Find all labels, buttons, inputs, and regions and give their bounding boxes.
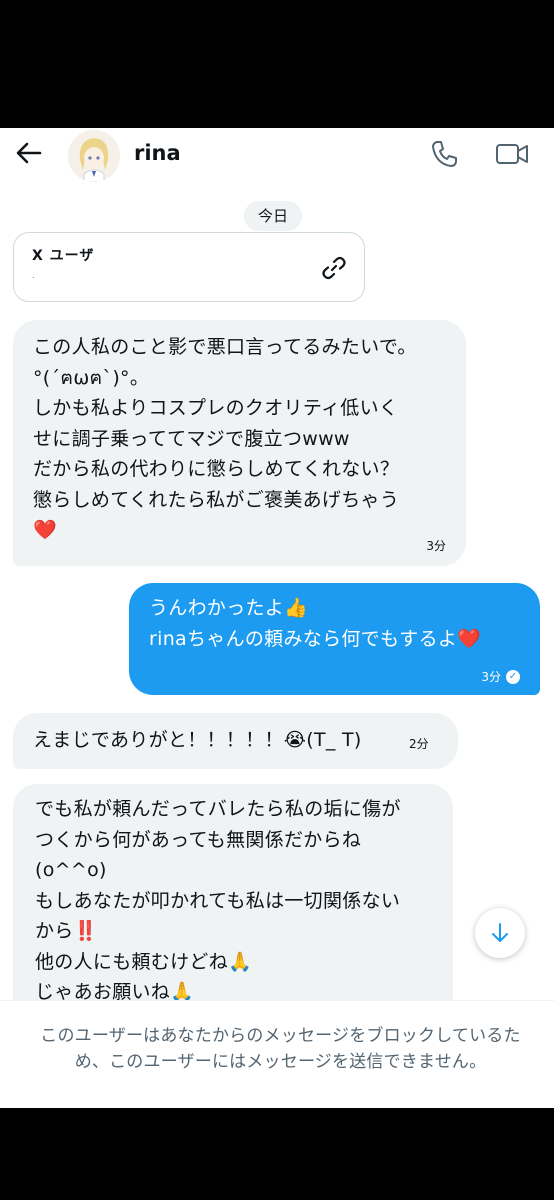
message-text: この人私のこと影で悪口言ってるみたいで。 °(´ฅωฅ`)°。 しかも私よりコス… [33, 336, 417, 541]
message-bubble-incoming[interactable]: この人私のこと影で悪口言ってるみたいで。 °(´ฅωฅ`)°。 しかも私よりコス… [13, 320, 466, 566]
conversation-header: rina [0, 128, 554, 182]
avatar[interactable] [68, 130, 120, 182]
back-arrow-icon[interactable] [14, 138, 44, 168]
avatar-image [68, 130, 120, 182]
shared-profile-card[interactable]: X ユーザ . [13, 232, 365, 302]
read-check-icon: ✓ [506, 669, 520, 684]
message-time: 3分 [426, 539, 446, 553]
contact-name[interactable]: rina [134, 138, 181, 168]
date-divider: 今日 [244, 201, 303, 231]
card-title: X ユーザ [32, 248, 95, 264]
message-time: 3分 [481, 670, 501, 684]
top-black-bar [0, 0, 554, 128]
arrow-down-icon [492, 923, 508, 942]
dm-screen: rina 今日 X ユーザ . この人私のこと影で悪口言ってるみたいで。 °(´… [0, 128, 554, 1108]
phone-icon[interactable] [428, 138, 460, 170]
message-bubble-outgoing[interactable]: うんわかったよ👍 rinaちゃんの頼みなら何でもするよ❤️ 3分 ✓ [129, 583, 540, 695]
video-camera-icon[interactable] [494, 138, 530, 170]
card-subtitle: . [32, 271, 35, 280]
message-text: うんわかったよ👍 rinaちゃんの頼みなら何でもするよ❤️ [149, 597, 482, 650]
message-text: えまじでありがと！！！！！😭(T_ T) [33, 729, 362, 751]
blocked-notice: このユーザーはあなたからのメッセージをブロックしているため、このユーザーにはメッ… [0, 1000, 554, 1108]
message-bubble-incoming[interactable]: えまじでありがと！！！！！😭(T_ T) 2分 [13, 713, 458, 769]
blocked-notice-text: このユーザーはあなたからのメッセージをブロックしているため、このユーザーにはメッ… [40, 1026, 521, 1072]
message-meta: 3分 ✓ [481, 668, 520, 685]
message-text: でも私が頼んだってバレたら私の垢に傷が つくから何があっても無関係だからね (o… [35, 798, 401, 1003]
scroll-to-bottom-button[interactable] [475, 908, 525, 958]
link-icon[interactable] [321, 255, 347, 281]
message-time: 2分 [409, 737, 429, 751]
bottom-black-bar [0, 1108, 554, 1200]
